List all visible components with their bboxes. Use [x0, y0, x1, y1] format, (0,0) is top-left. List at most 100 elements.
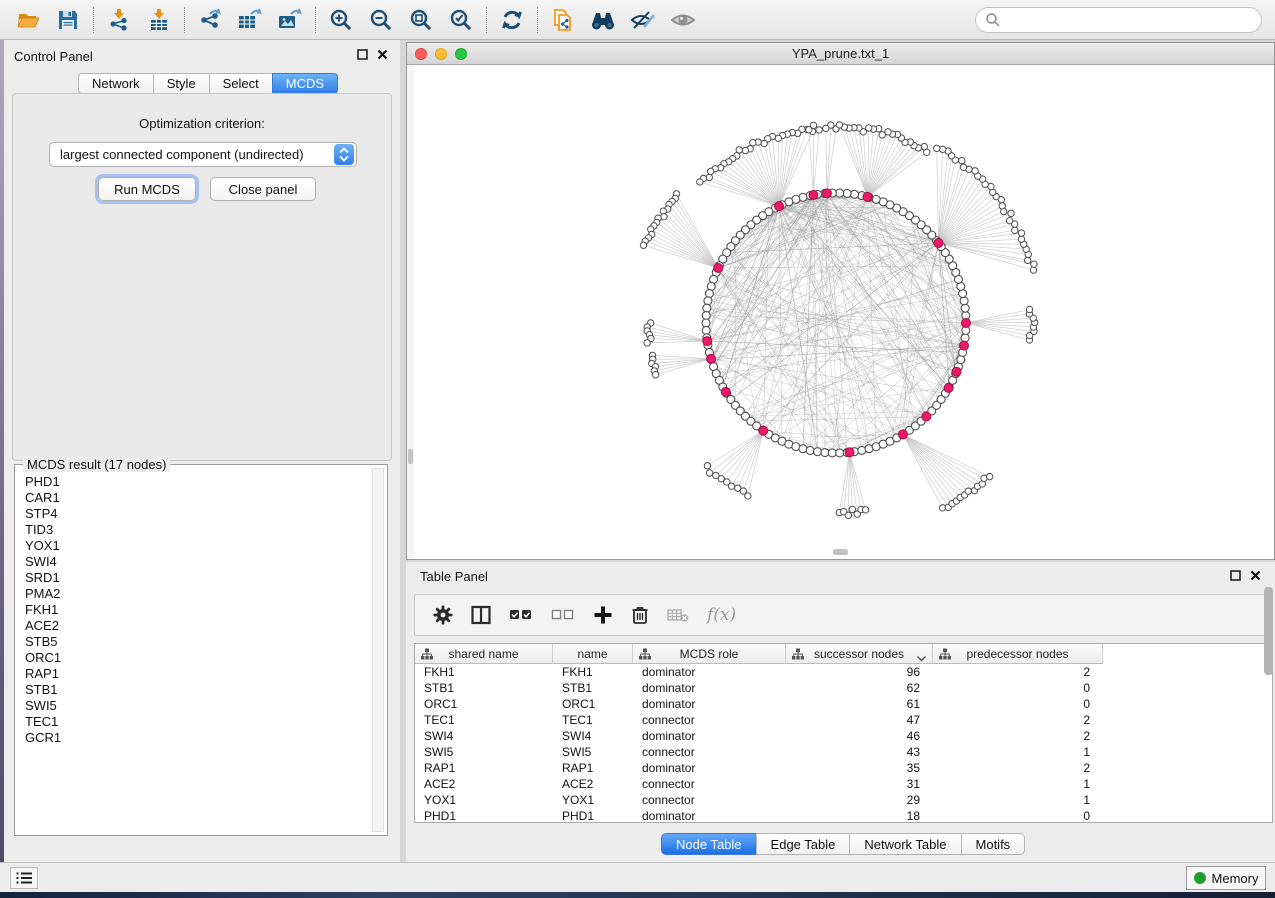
refresh-icon[interactable]: [492, 3, 532, 37]
search-binoculars-icon[interactable]: [583, 3, 623, 37]
mcds-result-item[interactable]: ACE2: [25, 618, 365, 634]
table-row[interactable]: STB1STB1dominator620: [415, 680, 1272, 696]
columns-icon[interactable]: [471, 605, 491, 625]
import-network-icon[interactable]: [99, 3, 139, 37]
sort-chevron-icon: [917, 651, 926, 665]
search-input[interactable]: [1001, 13, 1241, 28]
cell-predecessor_nodes: 2: [933, 664, 1103, 680]
cell-name: ACE2: [553, 776, 633, 792]
network-graph[interactable]: [407, 65, 1274, 559]
mcds-result-item[interactable]: STB1: [25, 682, 365, 698]
table-row[interactable]: PHD1PHD1dominator180: [415, 808, 1272, 823]
task-history-button[interactable]: [10, 867, 38, 889]
memory-button[interactable]: Memory: [1186, 866, 1266, 890]
tab-network-table[interactable]: Network Table: [849, 833, 960, 855]
mcds-result-item[interactable]: PHD1: [25, 474, 365, 490]
add-column-icon[interactable]: [593, 605, 613, 625]
table-row[interactable]: SWI5SWI5connector431: [415, 744, 1272, 760]
mcds-result-item[interactable]: TID3: [25, 522, 365, 538]
network-horizontal-scrollbar[interactable]: [833, 549, 848, 555]
zoom-fit-icon[interactable]: [401, 3, 441, 37]
float-panel-icon[interactable]: [1230, 570, 1241, 581]
cell-name: SWI5: [553, 744, 633, 760]
network-canvas[interactable]: [407, 65, 1274, 559]
cell-name: FKH1: [553, 664, 633, 680]
optimization-criterion-select[interactable]: largest connected component (undirected): [49, 142, 357, 167]
mcds-result-scrollbar[interactable]: [372, 468, 384, 832]
deselect-all-icon[interactable]: [551, 606, 575, 624]
cell-shared_name: YOX1: [415, 792, 553, 808]
tab-node-table[interactable]: Node Table: [661, 833, 756, 855]
tab-motifs[interactable]: Motifs: [961, 833, 1026, 855]
mcds-result-item[interactable]: SRD1: [25, 570, 365, 586]
gear-icon[interactable]: [433, 605, 453, 625]
zoom-in-icon[interactable]: [321, 3, 361, 37]
cell-name: RAP1: [553, 760, 633, 776]
float-panel-icon[interactable]: [357, 49, 368, 60]
tab-style[interactable]: Style: [153, 73, 209, 94]
cell-shared_name: TEC1: [415, 712, 553, 728]
mcds-result-item[interactable]: SWI4: [25, 554, 365, 570]
tab-select[interactable]: Select: [209, 73, 272, 94]
close-panel-icon[interactable]: [377, 49, 388, 60]
column-header-name[interactable]: name: [553, 644, 633, 664]
mcds-result-item[interactable]: ORC1: [25, 650, 365, 666]
import-table-icon[interactable]: [139, 3, 179, 37]
mcds-result-item[interactable]: CAR1: [25, 490, 365, 506]
export-table-icon[interactable]: [230, 3, 270, 37]
close-panel-button[interactable]: Close panel: [210, 177, 316, 201]
export-image-icon[interactable]: [270, 3, 310, 37]
mcds-result-item[interactable]: TEC1: [25, 714, 365, 730]
mcds-result-item[interactable]: STP4: [25, 506, 365, 522]
close-panel-icon[interactable]: [1250, 570, 1261, 581]
column-header-shared-name[interactable]: shared name: [415, 644, 553, 664]
zoom-selected-icon[interactable]: [441, 3, 481, 37]
mcds-result-item[interactable]: GCR1: [25, 730, 365, 746]
zoom-out-icon[interactable]: [361, 3, 401, 37]
select-all-icon[interactable]: [509, 606, 533, 624]
run-mcds-button[interactable]: Run MCDS: [98, 177, 196, 201]
cell-predecessor_nodes: 0: [933, 696, 1103, 712]
cell-shared_name: SWI5: [415, 744, 553, 760]
delete-column-icon[interactable]: [631, 605, 649, 625]
column-header-MCDS-role[interactable]: MCDS role: [633, 644, 786, 664]
table-row[interactable]: YOX1YOX1connector291: [415, 792, 1272, 808]
mcds-result-item[interactable]: RAP1: [25, 666, 365, 682]
network-window-titlebar[interactable]: YPA_prune.txt_1: [407, 43, 1274, 65]
cell-predecessor_nodes: 0: [933, 808, 1103, 823]
cell-mcds_role: connector: [633, 744, 786, 760]
cell-successor_nodes: 31: [786, 776, 933, 792]
clone-network-icon[interactable]: [543, 3, 583, 37]
mcds-result-list[interactable]: PHD1CAR1STP4TID3YOX1SWI4SRD1PMA2FKH1ACE2…: [25, 474, 365, 831]
cell-successor_nodes: 29: [786, 792, 933, 808]
hide-annotations-icon[interactable]: [623, 3, 663, 37]
column-header-successor-nodes[interactable]: successor nodes: [786, 644, 933, 664]
table-scrollbar[interactable]: [1264, 587, 1273, 675]
export-network-icon[interactable]: [190, 3, 230, 37]
table-row[interactable]: RAP1RAP1dominator352: [415, 760, 1272, 776]
mcds-result-item[interactable]: PMA2: [25, 586, 365, 602]
mcds-result-item[interactable]: FKH1: [25, 602, 365, 618]
tab-edge-table[interactable]: Edge Table: [756, 833, 850, 855]
table-row[interactable]: TEC1TEC1connector472: [415, 712, 1272, 728]
toolbar-separator: [315, 7, 316, 33]
mcds-result-item[interactable]: YOX1: [25, 538, 365, 554]
column-header-predecessor-nodes[interactable]: predecessor nodes: [933, 644, 1103, 664]
table-row[interactable]: ORC1ORC1dominator610: [415, 696, 1272, 712]
search-field[interactable]: [975, 7, 1262, 33]
memory-label: Memory: [1212, 871, 1259, 886]
show-graphics-icon[interactable]: [663, 3, 703, 37]
table-row[interactable]: ACE2ACE2connector311: [415, 776, 1272, 792]
mcds-result-item[interactable]: SWI5: [25, 698, 365, 714]
tab-network[interactable]: Network: [78, 73, 153, 94]
open-folder-icon[interactable]: [8, 3, 48, 37]
network-vertical-scrollbar[interactable]: [407, 65, 414, 559]
table-row[interactable]: FKH1FKH1dominator962: [415, 664, 1272, 680]
table-row[interactable]: SWI4SWI4dominator462: [415, 728, 1272, 744]
mcds-result-box: MCDS result (17 nodes) PHD1CAR1STP4TID3Y…: [14, 464, 388, 836]
tab-mcds[interactable]: MCDS: [272, 73, 338, 94]
node-table: shared namenameMCDS rolesuccessor nodesp…: [414, 643, 1273, 823]
save-icon[interactable]: [48, 3, 88, 37]
mcds-result-item[interactable]: STB5: [25, 634, 365, 650]
desktop-background-bottom: [0, 892, 1275, 898]
